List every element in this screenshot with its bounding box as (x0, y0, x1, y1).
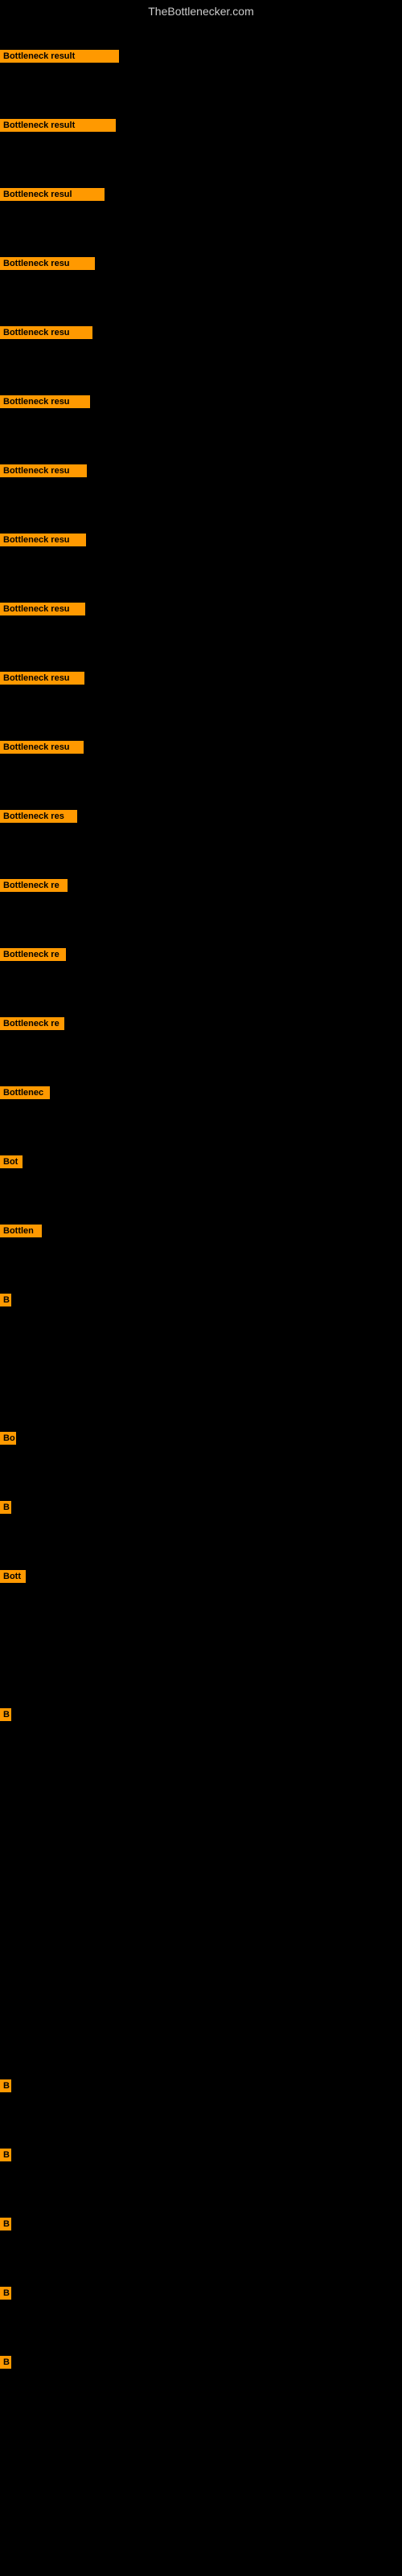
bottleneck-bar: Bottlenec (0, 1086, 402, 1099)
bottleneck-bar: Bott (0, 1570, 402, 1583)
bottleneck-label: Bottleneck result (0, 50, 119, 63)
bottleneck-bar: Bottleneck resu (0, 464, 402, 477)
bottleneck-bar: Bottleneck resu (0, 672, 402, 685)
bottleneck-bar: Bottleneck re (0, 879, 402, 892)
bottleneck-label: Bottleneck re (0, 1017, 64, 1030)
bottleneck-bar: Bottleneck res (0, 810, 402, 823)
bottleneck-label: Bottleneck resu (0, 534, 86, 546)
bottleneck-label: Bottleneck resu (0, 741, 84, 754)
bottleneck-bar: Bottleneck resul (0, 188, 402, 201)
bottleneck-bar: Bo (0, 1432, 402, 1445)
bottleneck-bar: Bottleneck result (0, 50, 402, 63)
bottleneck-bar: B (0, 2218, 402, 2230)
bottleneck-label: Bot (0, 1155, 23, 1168)
bottleneck-bar: Bottleneck resu (0, 603, 402, 615)
bottleneck-bar: Bottleneck resu (0, 534, 402, 546)
bottleneck-bar: B (0, 2079, 402, 2092)
bottleneck-label: Bottleneck resu (0, 257, 95, 270)
bottleneck-bar: Bottleneck result (0, 119, 402, 132)
bottleneck-label: Bottleneck result (0, 119, 116, 132)
bottleneck-label: Bottleneck resu (0, 603, 85, 615)
bottleneck-bar: B (0, 2356, 402, 2369)
bottleneck-bar: Bot (0, 1155, 402, 1168)
bottleneck-bar: B (0, 1708, 402, 1721)
bottleneck-label: B (0, 1708, 11, 1721)
bottleneck-bar: Bottleneck resu (0, 395, 402, 408)
bottleneck-label: Bottleneck res (0, 810, 77, 823)
bottleneck-bar: B (0, 2149, 402, 2161)
bottleneck-bar: Bottleneck resu (0, 257, 402, 270)
bottleneck-bar: Bottlen (0, 1225, 402, 1237)
bottleneck-label: B (0, 2079, 11, 2092)
bottleneck-label: Bottleneck resul (0, 188, 105, 201)
bottleneck-label: Bottleneck resu (0, 464, 87, 477)
bottleneck-label: B (0, 2287, 11, 2300)
bottleneck-label: B (0, 2218, 11, 2230)
site-title: TheBottlenecker.com (0, 0, 402, 21)
bottleneck-label: Bottleneck resu (0, 326, 92, 339)
bottleneck-bar: Bottleneck resu (0, 741, 402, 754)
bottleneck-bar: B (0, 2287, 402, 2300)
bottleneck-label: Bottleneck re (0, 948, 66, 961)
bottleneck-label: B (0, 2356, 11, 2369)
bottleneck-label: Bottleneck re (0, 879, 68, 892)
bottleneck-label: Bott (0, 1570, 26, 1583)
bottleneck-label: Bottleneck resu (0, 395, 90, 408)
bottleneck-bar: B (0, 1501, 402, 1514)
bottleneck-label: B (0, 1501, 11, 1514)
bottleneck-label: Bottlenec (0, 1086, 50, 1099)
bottleneck-label: Bottlen (0, 1225, 42, 1237)
bottleneck-bar: B (0, 1294, 402, 1306)
bottleneck-label: B (0, 1294, 11, 1306)
bottleneck-label: Bo (0, 1432, 16, 1445)
bottleneck-bar: Bottleneck resu (0, 326, 402, 339)
bottleneck-bar: Bottleneck re (0, 1017, 402, 1030)
bottleneck-label: B (0, 2149, 11, 2161)
bottleneck-label: Bottleneck resu (0, 672, 84, 685)
bottleneck-bar: Bottleneck re (0, 948, 402, 961)
